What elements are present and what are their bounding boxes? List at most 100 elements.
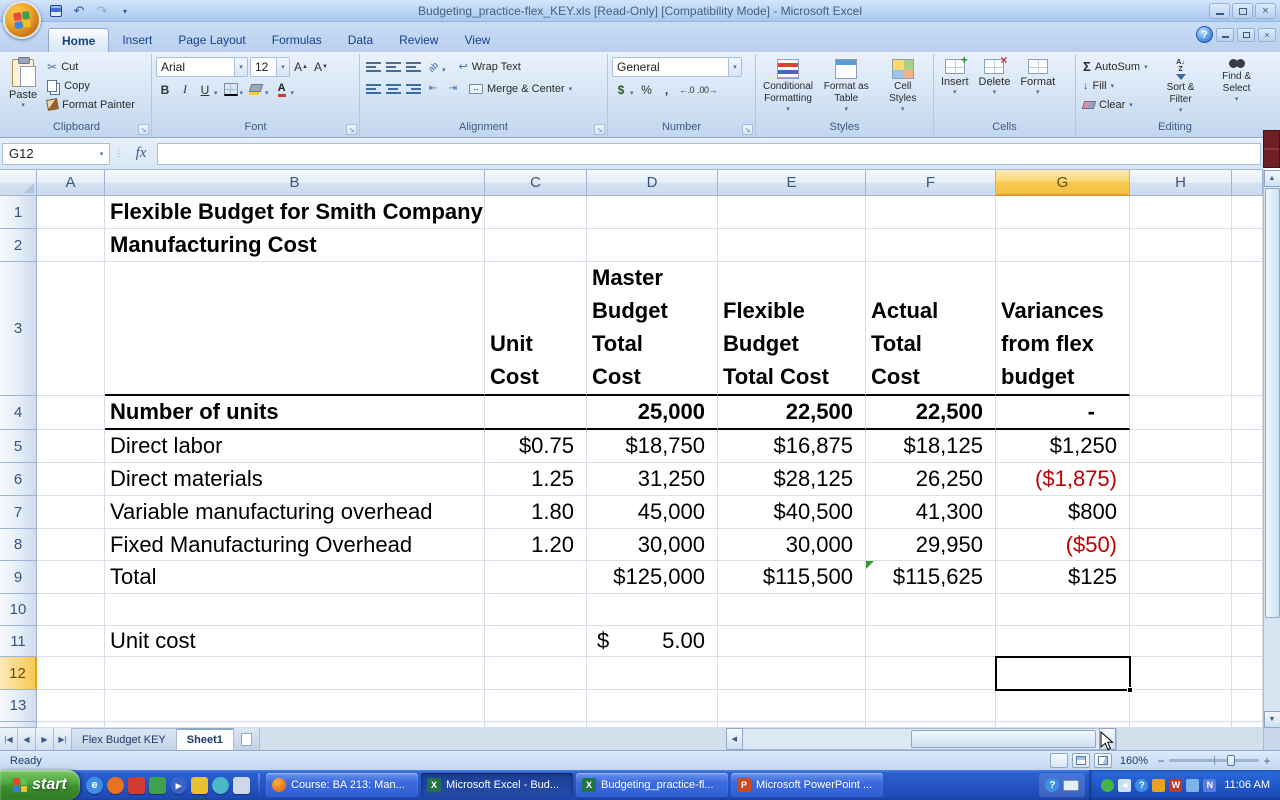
- cell-B6[interactable]: Direct materials: [105, 463, 485, 496]
- quick-launch-app-green-icon[interactable]: [149, 776, 166, 794]
- zoom-level[interactable]: 160%: [1120, 755, 1148, 767]
- row-header-5[interactable]: 5: [0, 430, 37, 463]
- align-right-button[interactable]: [404, 79, 422, 98]
- cell-H13[interactable]: [1130, 690, 1232, 722]
- column-header-C[interactable]: C: [485, 170, 587, 196]
- cell-E7[interactable]: $40,500: [718, 496, 866, 529]
- taskbar-button-excel[interactable]: Budgeting_practice-fl...: [576, 773, 728, 797]
- tray-word-icon[interactable]: W: [1169, 778, 1183, 792]
- ribbon-tab-insert[interactable]: Insert: [109, 28, 165, 52]
- format-painter-button[interactable]: Format Painter: [44, 95, 138, 114]
- last-sheet-button[interactable]: ▶|: [54, 728, 72, 750]
- cell-E1[interactable]: [718, 196, 866, 229]
- percent-style-button[interactable]: %: [638, 80, 656, 99]
- cell-C3[interactable]: Unit Cost: [485, 262, 587, 396]
- cell-x6[interactable]: [1232, 463, 1263, 496]
- ribbon-tab-page-layout[interactable]: Page Layout: [165, 28, 258, 52]
- cell-A5[interactable]: [37, 430, 105, 463]
- cell-A6[interactable]: [37, 463, 105, 496]
- ribbon-tab-review[interactable]: Review: [386, 28, 451, 52]
- cell-G3[interactable]: Variances from flex budget: [996, 262, 1130, 396]
- align-middle-button[interactable]: [384, 57, 402, 76]
- cell-x10[interactable]: [1232, 594, 1263, 626]
- row-header-4[interactable]: 4: [0, 396, 37, 430]
- row-header-6[interactable]: 6: [0, 463, 37, 496]
- cell-D10[interactable]: [587, 594, 718, 626]
- select-all-corner[interactable]: [0, 170, 37, 196]
- ribbon-tab-home[interactable]: Home: [48, 28, 110, 52]
- cell-E13[interactable]: [718, 690, 866, 722]
- cell-E10[interactable]: [718, 594, 866, 626]
- cell-E9[interactable]: $115,500: [718, 561, 866, 594]
- zoom-slider-track[interactable]: [1169, 755, 1259, 766]
- column-header-partial[interactable]: [1232, 170, 1263, 196]
- qat-customize-button[interactable]: ▾: [115, 2, 135, 20]
- decrease-indent-button[interactable]: ⇤: [424, 79, 442, 98]
- wrap-text-button[interactable]: ↩ Wrap Text: [456, 57, 524, 76]
- paste-button[interactable]: Paste ▾: [6, 57, 40, 121]
- horizontal-scroll-track[interactable]: [742, 728, 1099, 750]
- cell-G10[interactable]: [996, 594, 1130, 626]
- tray-antivirus-icon[interactable]: [1152, 778, 1166, 792]
- cell-H10[interactable]: [1130, 594, 1232, 626]
- ribbon-tab-formulas[interactable]: Formulas: [259, 28, 335, 52]
- merge-center-button[interactable]: ↔ Merge & Center ▾: [466, 79, 575, 98]
- tray-network-icon[interactable]: [1186, 778, 1200, 792]
- cell-F5[interactable]: $18,125: [866, 430, 996, 463]
- clear-button[interactable]: Clear ▾: [1080, 95, 1151, 114]
- cell-D5[interactable]: $18,750: [587, 430, 718, 463]
- cell-E3[interactable]: Flexible Budget Total Cost: [718, 262, 866, 396]
- row-header-13[interactable]: 13: [0, 690, 37, 722]
- cell-x3[interactable]: [1232, 262, 1263, 396]
- cell-H8[interactable]: [1130, 529, 1232, 561]
- cell-F12[interactable]: [866, 657, 996, 690]
- comma-style-button[interactable]: ,: [658, 80, 676, 99]
- cell-D7[interactable]: 45,000: [587, 496, 718, 529]
- cell-B8[interactable]: Fixed Manufacturing Overhead: [105, 529, 485, 561]
- cell-C1[interactable]: [485, 196, 587, 229]
- close-button[interactable]: ×: [1255, 3, 1276, 19]
- tray-onenote-icon[interactable]: N: [1203, 778, 1217, 792]
- cell-F6[interactable]: 26,250: [866, 463, 996, 496]
- cell-B9[interactable]: Total: [105, 561, 485, 594]
- cell-styles-button[interactable]: Cell Styles ▾: [877, 57, 930, 121]
- cell-G13[interactable]: [996, 690, 1130, 722]
- workbook-close-button[interactable]: ×: [1258, 27, 1276, 42]
- cell-C12[interactable]: [485, 657, 587, 690]
- quick-launch-app-yellow-icon[interactable]: [191, 776, 208, 794]
- cell-B2[interactable]: Manufacturing Cost: [105, 229, 485, 262]
- horizontal-scrollbar[interactable]: ◀ ▶: [725, 728, 1116, 750]
- number-format-select[interactable]: General ▾: [612, 57, 742, 77]
- insert-cells-button[interactable]: Insert▾: [938, 53, 972, 121]
- quick-launch-app-red-icon[interactable]: [128, 776, 145, 794]
- cell-E12[interactable]: [718, 657, 866, 690]
- cell-x13[interactable]: [1232, 690, 1263, 722]
- cell-F2[interactable]: [866, 229, 996, 262]
- font-dialog-launcher[interactable]: ↘: [346, 124, 357, 135]
- row-header-12[interactable]: 12: [0, 657, 37, 690]
- column-header-A[interactable]: A: [37, 170, 105, 196]
- zoom-in-button[interactable]: +: [1262, 754, 1272, 768]
- cell-G1[interactable]: [996, 196, 1130, 229]
- cell-G5[interactable]: $1,250: [996, 430, 1130, 463]
- column-header-B[interactable]: B: [105, 170, 485, 196]
- cell-D3[interactable]: Master Budget Total Cost: [587, 262, 718, 396]
- scroll-down-button[interactable]: ▼: [1263, 711, 1280, 728]
- cell-G8[interactable]: ($50): [996, 529, 1130, 561]
- cell-D2[interactable]: [587, 229, 718, 262]
- cell-C5[interactable]: $0.75: [485, 430, 587, 463]
- insert-worksheet-button[interactable]: [233, 728, 260, 750]
- cell-F3[interactable]: Actual Total Cost: [866, 262, 996, 396]
- decrease-decimal-button[interactable]: .00→: [698, 80, 718, 99]
- row-header-10[interactable]: 10: [0, 594, 37, 626]
- cell-D1[interactable]: [587, 196, 718, 229]
- delete-cells-button[interactable]: Delete▾: [976, 53, 1014, 121]
- cell-A8[interactable]: [37, 529, 105, 561]
- copy-button[interactable]: Copy: [44, 76, 138, 95]
- cell-D4[interactable]: 25,000: [587, 396, 718, 430]
- italic-button[interactable]: I: [176, 80, 194, 99]
- cell-x7[interactable]: [1232, 496, 1263, 529]
- taskbar-help-icon[interactable]: ?: [1045, 778, 1060, 792]
- cell-E4[interactable]: 22,500: [718, 396, 866, 430]
- row-header-1[interactable]: 1: [0, 196, 37, 229]
